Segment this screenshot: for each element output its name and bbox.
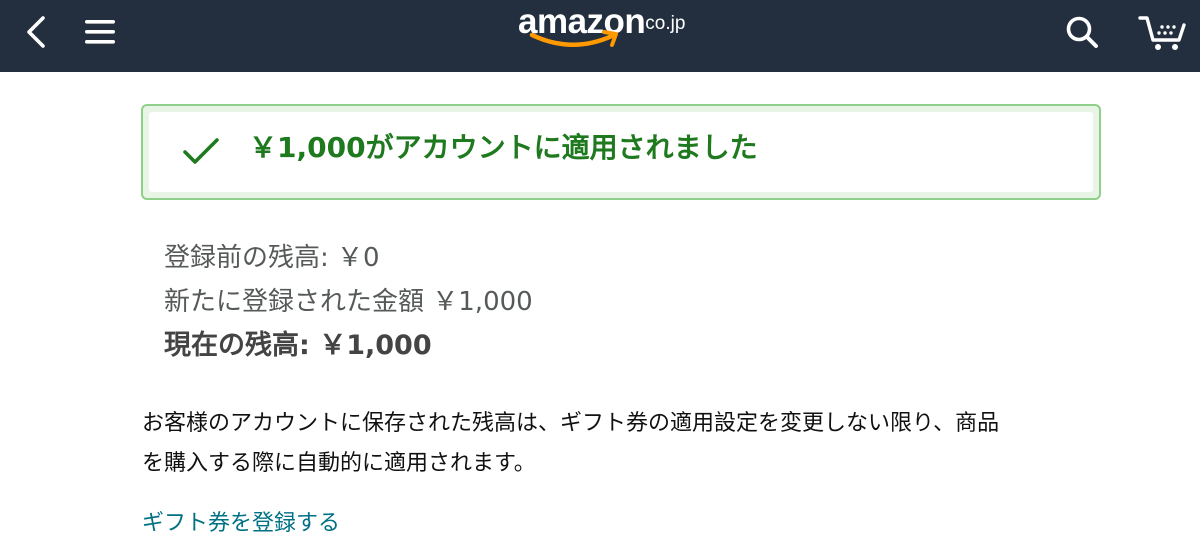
balance-before: 登録前の残高: ￥0 — [164, 243, 380, 273]
search-icon — [1066, 16, 1098, 48]
hamburger-menu-icon — [85, 20, 115, 44]
redeem-gift-card-link[interactable]: ギフト券を登録する — [142, 510, 340, 538]
cart-icon — [1138, 16, 1186, 50]
balance-current: 現在の残高: ￥1,000 — [164, 330, 432, 361]
cart-button[interactable] — [1134, 8, 1190, 56]
success-message: ￥1,000がアカウントに適用されました — [249, 131, 758, 164]
logo-domain: .co.jp — [640, 13, 686, 34]
check-icon — [183, 138, 219, 164]
auto-apply-note: お客様のアカウントに保存された残高は、ギフト券の適用設定を変更しない限り、商品 … — [142, 404, 1102, 484]
amazon-logo[interactable]: amazon .co.jp — [516, 2, 696, 58]
note-line-1: お客様のアカウントに保存された残高は、ギフト券の適用設定を変更しない限り、商品 — [142, 411, 1000, 436]
balance-summary: 登録前の残高: ￥0 新たに登録された金額 ￥1,000 現在の残高: ￥1,0… — [164, 236, 533, 368]
success-alert: ￥1,000がアカウントに適用されました — [141, 104, 1101, 200]
search-button[interactable] — [1058, 8, 1106, 56]
chevron-left-icon — [27, 16, 45, 48]
balance-added: 新たに登録された金額 ￥1,000 — [164, 287, 533, 317]
top-navigation-bar: amazon .co.jp — [0, 0, 1200, 72]
back-button[interactable] — [14, 10, 58, 54]
success-alert-body: ￥1,000がアカウントに適用されました — [149, 112, 1093, 192]
note-line-2: を購入する際に自動的に適用されます。 — [142, 451, 536, 476]
menu-button[interactable] — [78, 10, 122, 54]
logo-smile-arrow — [529, 30, 618, 47]
